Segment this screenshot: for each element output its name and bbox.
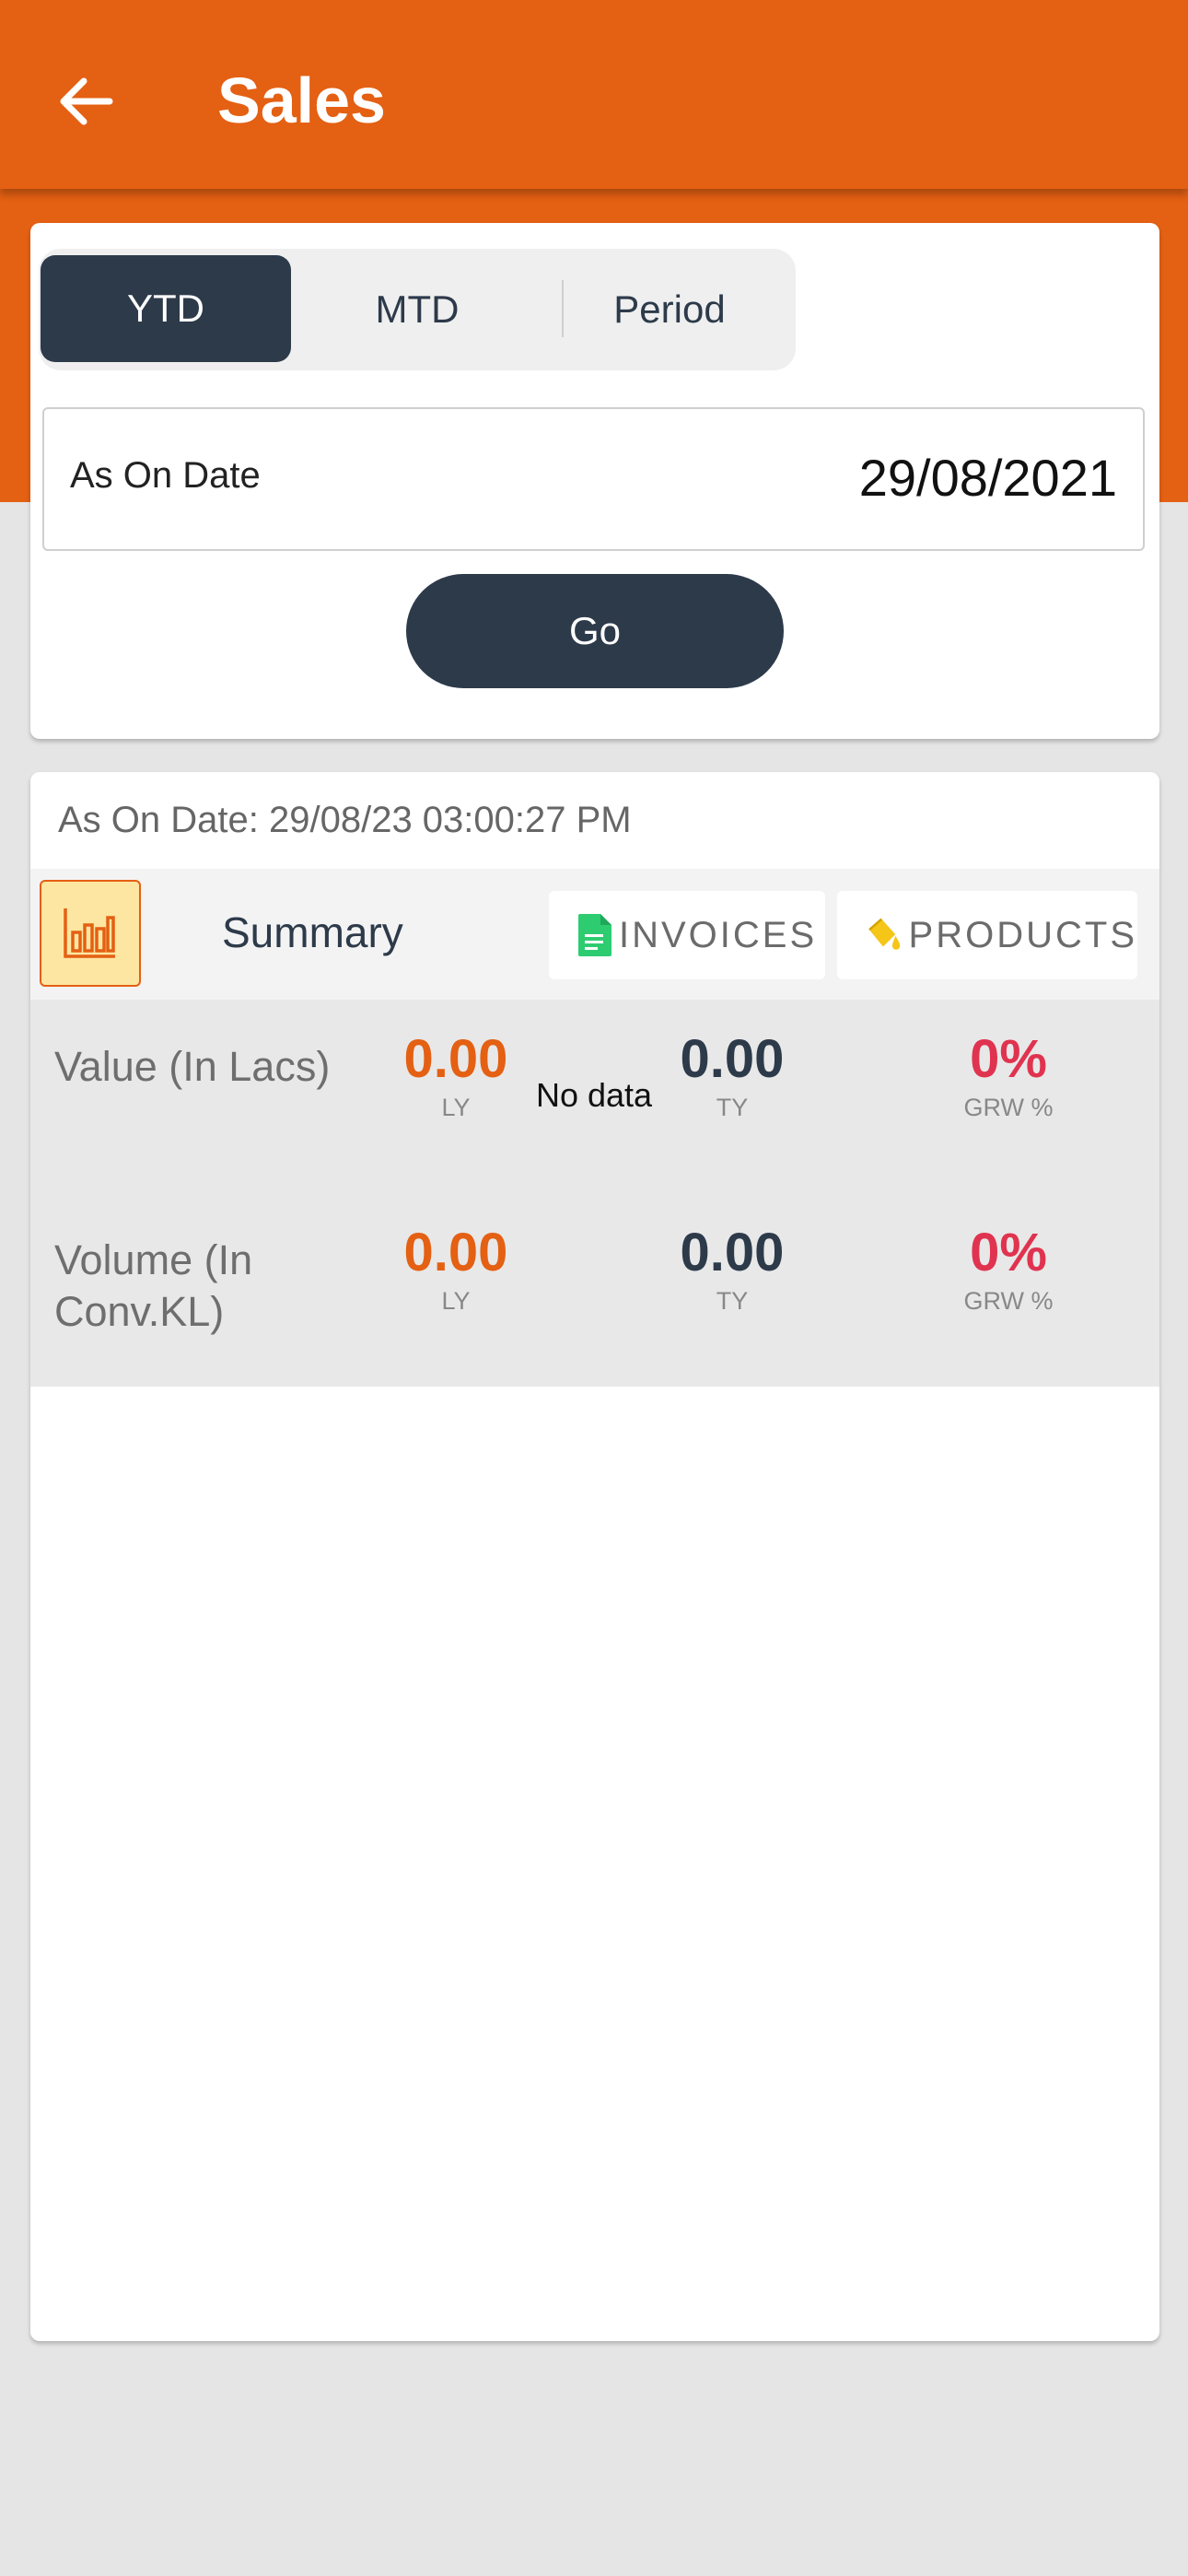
tab-invoices[interactable]: INVOICES [549, 891, 825, 979]
summary-chart-button[interactable] [40, 880, 141, 987]
back-arrow-icon [60, 77, 112, 125]
metric-growth: 0% GRW % [916, 1221, 1101, 1317]
document-icon [578, 914, 611, 956]
period-segmented-control: YTD MTD Period [39, 249, 796, 370]
metric-ty: 0.00 TY [640, 1221, 824, 1317]
metric-ly-label: LY [441, 1287, 471, 1315]
tab-invoices-label: INVOICES [619, 914, 818, 955]
tab-products[interactable]: PRODUCTS [837, 891, 1137, 979]
metric-growth-label: GRW % [963, 1287, 1054, 1315]
paint-bucket-icon [868, 918, 901, 950]
date-field-value: 29/08/2021 [858, 449, 1117, 507]
metric-row-volume: Volume (In Conv.KL) 0.00 LY 0.00 TY 0% G… [30, 1193, 1159, 1387]
report-card: As On Date: 29/08/23 03:00:27 PM Summary [30, 772, 1159, 2341]
bar-chart-icon [64, 908, 115, 958]
date-field-label: As On Date [70, 455, 261, 496]
as-on-date-field[interactable]: As On Date 29/08/2021 [42, 407, 1145, 551]
segment-mtd[interactable]: MTD [291, 249, 543, 370]
segment-period[interactable]: Period [543, 249, 796, 370]
metric-ty-value: 0.00 [680, 1223, 785, 1282]
summary-metrics: Value (In Lacs) 0.00 LY 0.00 TY 0% GRW %… [30, 1000, 1159, 1387]
segment-ytd[interactable]: YTD [41, 255, 291, 362]
go-button[interactable]: Go [406, 574, 784, 688]
filter-card: YTD MTD Period As On Date 29/08/2021 Go [30, 223, 1159, 739]
metric-row-label: Volume (In Conv.KL) [54, 1236, 253, 1335]
metric-growth-value: 0% [970, 1223, 1047, 1282]
metric-ly: 0.00 LY [364, 1221, 548, 1317]
tab-summary[interactable]: Summary [222, 907, 403, 957]
report-tab-bar: Summary INVOICES PRODUCTS [30, 869, 1159, 1000]
empty-state-text: No data [535, 1076, 653, 1114]
page-title: Sales [217, 64, 386, 136]
metric-ly-value: 0.00 [403, 1223, 508, 1282]
tab-products-label: PRODUCTS [908, 914, 1137, 955]
metric-ty-label: TY [716, 1287, 749, 1315]
app-bar: Sales [0, 0, 1188, 189]
back-button[interactable] [51, 69, 120, 134]
as-of-timestamp: As On Date: 29/08/23 03:00:27 PM [58, 800, 632, 840]
